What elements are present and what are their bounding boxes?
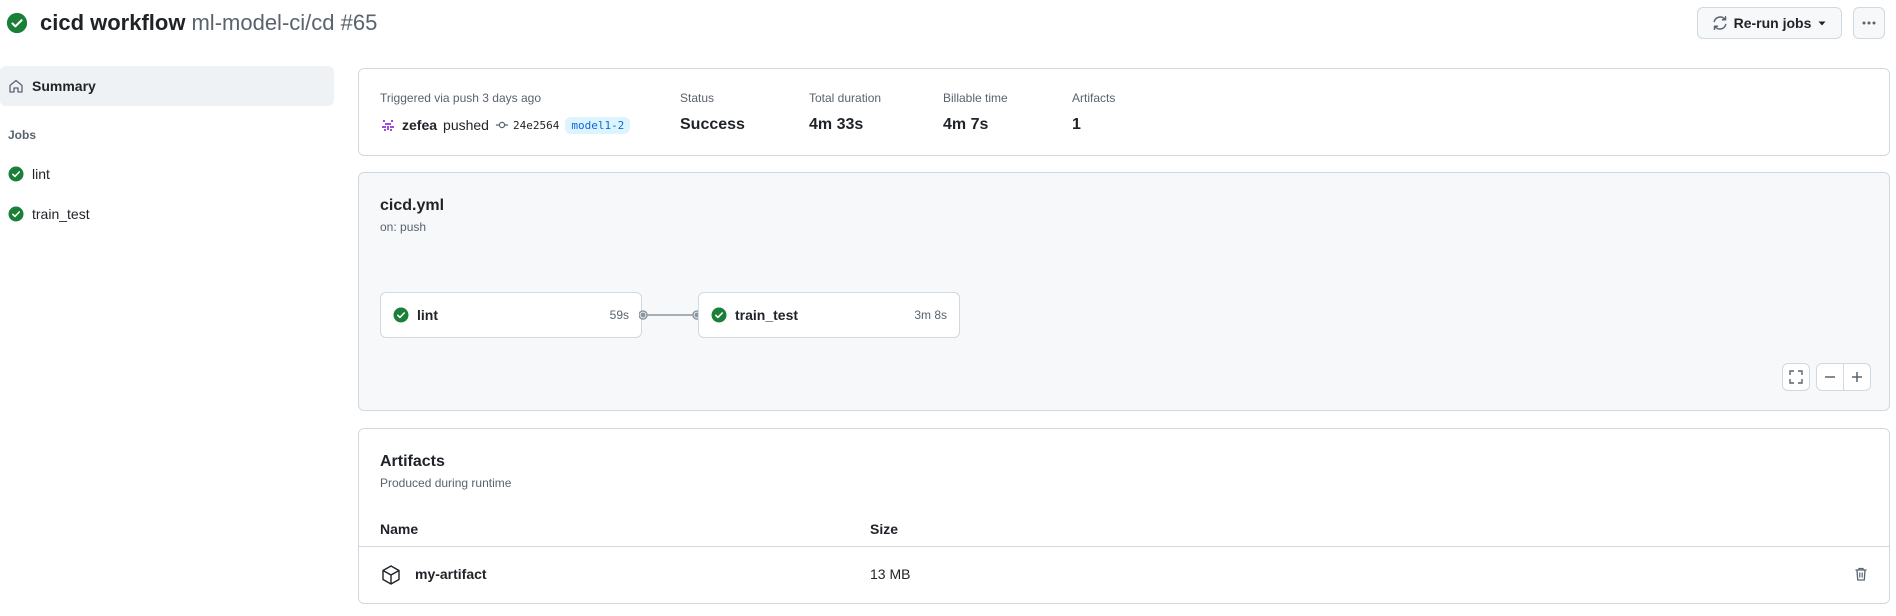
zoom-in-button[interactable] (1843, 363, 1871, 391)
table-row: my-artifact 13 MB (359, 548, 1889, 602)
check-circle-icon (711, 307, 727, 323)
duration-column: Total duration 4m 33s (809, 89, 881, 137)
sync-icon (1713, 16, 1727, 30)
duration-label: Total duration (809, 91, 882, 105)
status-label: Status (680, 91, 715, 105)
duration-value: 4m 33s (809, 116, 864, 133)
artifact-name-link[interactable]: my-artifact (415, 566, 487, 582)
page-title: cicd workflow ml-model-ci/cd #65 (40, 9, 377, 37)
artifacts-panel: Artifacts Produced during runtime Name S… (358, 428, 1890, 604)
rerun-jobs-label: Re-run jobs (1733, 15, 1812, 31)
billable-value: 4m 7s (943, 116, 989, 133)
column-header-name: Name (380, 521, 419, 537)
sidebar-item-summary[interactable]: Summary (0, 66, 334, 106)
repo-run-id: ml-model-ci/cd #65 (191, 10, 378, 35)
git-commit-icon (495, 121, 509, 129)
status-column: Status Success (680, 89, 745, 137)
job-duration: 59s (609, 308, 629, 322)
sidebar-item-label: lint (32, 166, 50, 182)
sidebar-item-lint[interactable]: lint (0, 158, 334, 190)
workflow-trigger: on: push (380, 220, 427, 234)
sidebar-item-label: Summary (32, 78, 96, 94)
avatar[interactable] (380, 117, 396, 133)
page-header: cicd workflow ml-model-ci/cd #65 Re-run j… (0, 0, 1896, 46)
graph-job-train-test[interactable]: train_test 3m 8s (698, 292, 960, 338)
workflow-graph-panel: cicd.yml on: push lint 59s train_test 3m… (358, 172, 1890, 411)
trash-icon[interactable] (1853, 566, 1869, 582)
artifacts-count-label: Artifacts (1072, 91, 1116, 105)
user-link[interactable]: zefea (402, 117, 437, 133)
job-duration: 3m 8s (914, 308, 947, 322)
check-circle-icon (6, 12, 28, 34)
workflow-file-name: cicd.yml (380, 197, 445, 214)
job-connector (639, 310, 701, 320)
trigger-text: Triggered via push 3 days ago (380, 91, 541, 105)
more-options-button[interactable] (1853, 7, 1885, 39)
workflow-name: cicd workflow (40, 10, 186, 35)
action-text: pushed (443, 117, 489, 133)
package-icon (382, 565, 400, 585)
commit-link[interactable]: 24e2564 (495, 118, 559, 132)
graph-job-lint[interactable]: lint 59s (380, 292, 642, 338)
home-icon (9, 79, 23, 93)
commit-sha: 24e2564 (512, 118, 560, 132)
sidebar-item-label: train_test (32, 206, 90, 222)
status-value: Success (680, 116, 745, 133)
plus-icon (1852, 372, 1862, 382)
jobs-heading: Jobs (8, 128, 37, 142)
artifacts-subtitle: Produced during runtime (380, 476, 512, 490)
artifacts-title: Artifacts (380, 453, 445, 470)
column-header-size: Size (870, 521, 899, 537)
check-circle-icon (8, 166, 24, 182)
run-summary-panel: Triggered via push 3 days ago zefea push… (358, 68, 1890, 156)
artifact-size: 13 MB (870, 566, 911, 582)
fullscreen-button[interactable] (1782, 363, 1810, 391)
artifacts-count-column: Artifacts 1 (1072, 89, 1115, 137)
trigger-info: Triggered via push 3 days ago zefea push… (380, 89, 631, 137)
dash-icon (1825, 376, 1835, 378)
branch-badge[interactable]: model1-2 (565, 116, 631, 134)
check-circle-icon (393, 307, 409, 323)
rerun-jobs-button[interactable]: Re-run jobs (1697, 7, 1842, 39)
billable-column: Billable time 4m 7s (943, 89, 1008, 137)
zoom-out-button[interactable] (1816, 363, 1844, 391)
check-circle-icon (8, 206, 24, 222)
sidebar-item-train-test[interactable]: train_test (0, 198, 334, 230)
billable-label: Billable time (943, 91, 1008, 105)
kebab-horizontal-icon (1862, 21, 1876, 25)
job-name: train_test (735, 307, 799, 323)
screen-full-icon (1789, 370, 1803, 384)
job-name: lint (417, 307, 438, 323)
artifacts-table-header: Name Size (359, 513, 1889, 547)
triangle-down-icon (1818, 21, 1826, 26)
artifacts-count-value[interactable]: 1 (1072, 113, 1115, 137)
